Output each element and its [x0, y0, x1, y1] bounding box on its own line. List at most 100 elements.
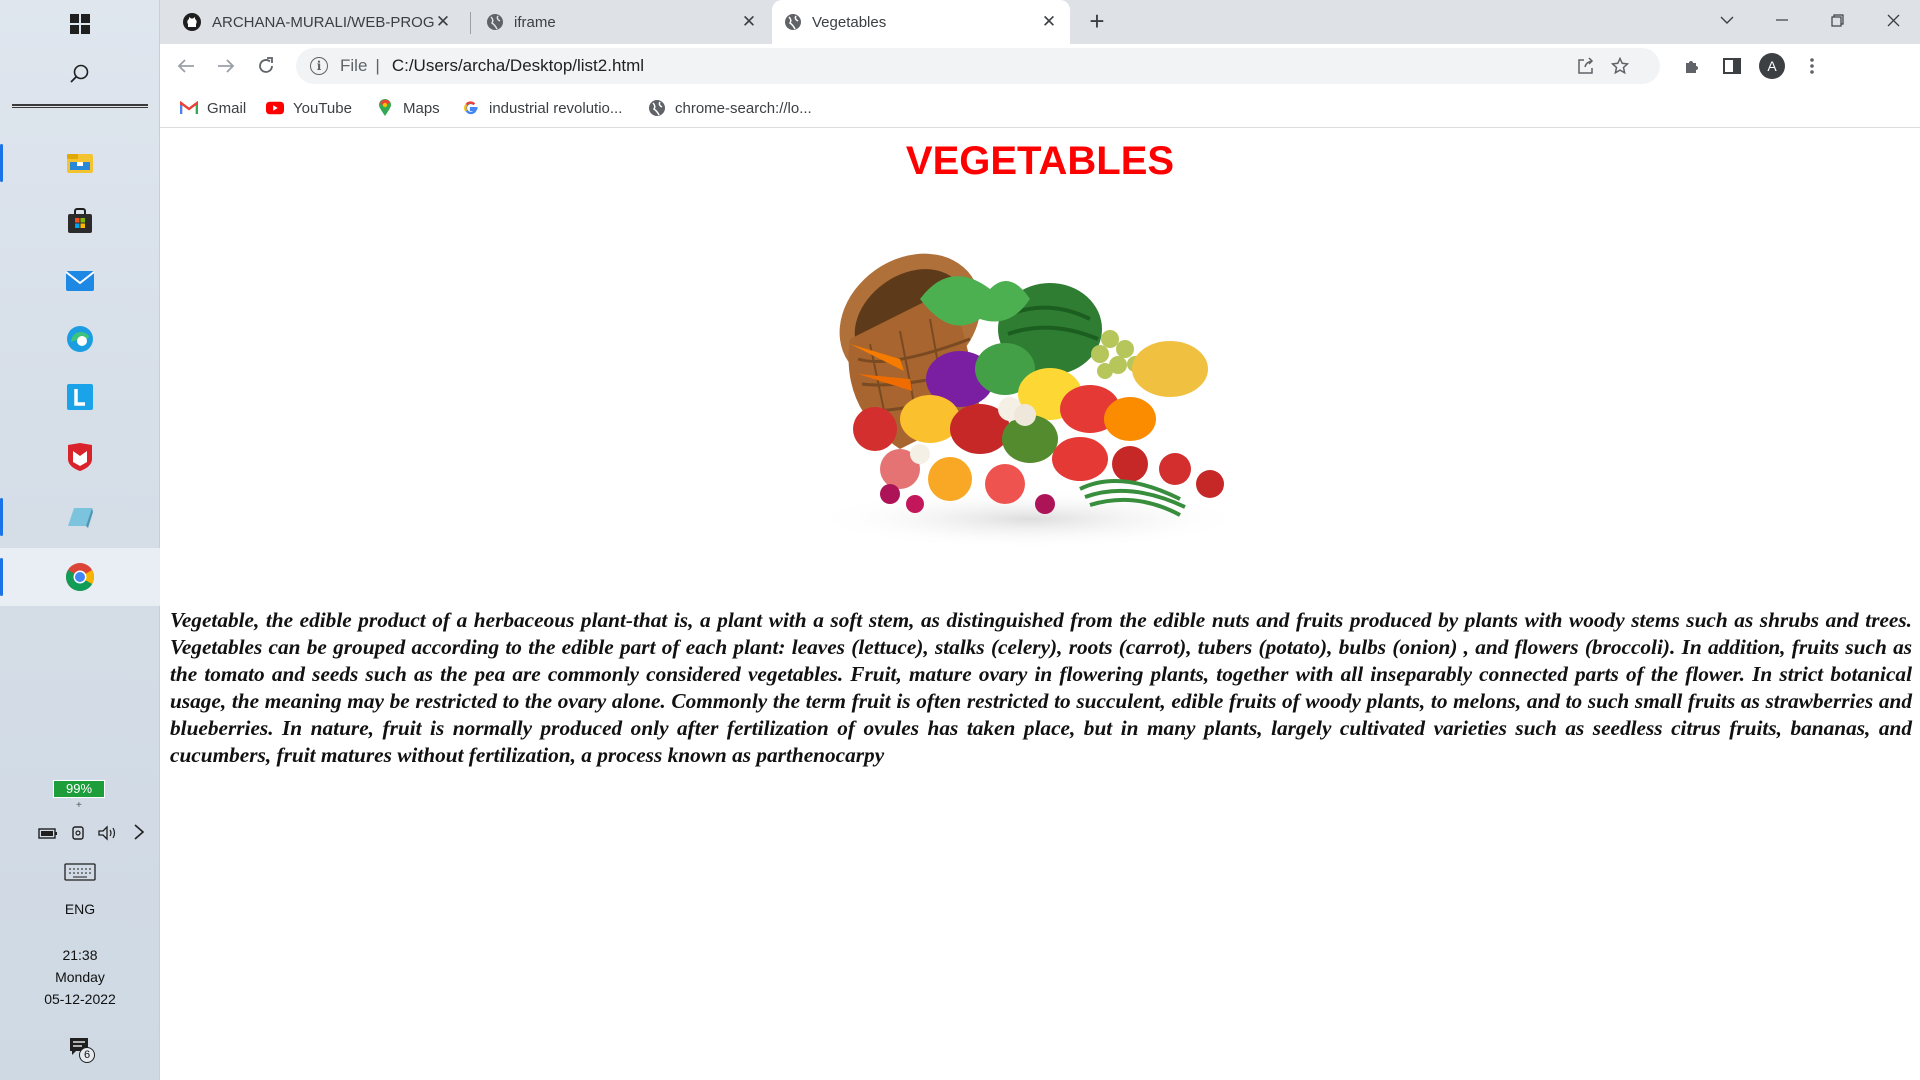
taskbar-file-explorer[interactable] [0, 134, 160, 192]
windows-taskbar: 99% + ENG 21:38 Monday 05-12-2022 6 [0, 0, 160, 1080]
input-language[interactable]: ENG [0, 898, 160, 920]
back-arrow-icon [177, 59, 194, 73]
close-tab-icon[interactable]: ✕ [740, 13, 758, 31]
tab-search-button[interactable] [1700, 0, 1754, 40]
share-button[interactable] [1570, 48, 1602, 84]
vegetable-basket-image [810, 253, 1250, 549]
battery-icon[interactable] [38, 826, 58, 840]
globe-icon [487, 14, 503, 30]
tab-separator [470, 12, 471, 34]
maps-icon [376, 99, 394, 117]
taskbar-paint-3d[interactable] [0, 488, 160, 546]
url-divider: | [375, 56, 380, 75]
bookmarks-bar: Gmail YouTube Maps industrial revolutio.… [160, 88, 1920, 128]
microsoft-store-icon [68, 208, 92, 233]
google-icon [462, 99, 480, 117]
forward-arrow-icon [218, 59, 235, 73]
close-tab-icon[interactable]: ✕ [434, 13, 452, 31]
taskbar-chrome[interactable] [0, 548, 160, 606]
chrome-menu-button[interactable] [1796, 50, 1828, 82]
bookmark-maps[interactable]: Maps [376, 96, 440, 120]
profile-button[interactable]: A [1756, 50, 1788, 82]
clock-day[interactable]: Monday [0, 966, 160, 988]
bookmark-label: YouTube [293, 99, 352, 117]
side-panel-button[interactable] [1716, 50, 1748, 82]
bookmark-label: chrome-search://lo... [675, 99, 812, 117]
taskbar-edge[interactable] [0, 310, 160, 368]
close-window-button[interactable] [1866, 0, 1920, 40]
browser-toolbar: i File | C:/Users/archa/Desktop/list2.ht… [160, 44, 1920, 88]
touch-keyboard-icon[interactable] [64, 862, 96, 882]
volume-icon[interactable] [96, 824, 120, 842]
bookmark-label: Maps [403, 99, 440, 117]
l-app-icon [67, 384, 93, 410]
notification-center-button[interactable]: 6 [68, 1036, 98, 1066]
minimize-icon [1776, 19, 1788, 21]
running-indicator [0, 144, 3, 182]
windows-start-button[interactable] [0, 0, 160, 48]
kebab-menu-icon [1810, 58, 1814, 74]
globe-icon [648, 99, 666, 117]
chrome-icon [66, 563, 94, 591]
reload-icon [259, 57, 273, 73]
puzzle-icon [1686, 61, 1698, 73]
vegetable-description: Vegetable, the edible product of a herba… [170, 608, 1912, 767]
forward-button[interactable] [210, 50, 242, 82]
battery-plug-icon: + [76, 800, 82, 811]
github-icon [183, 13, 201, 31]
url-text[interactable]: C:/Users/archa/Desktop/list2.html [392, 56, 644, 76]
extensions-button[interactable] [1676, 50, 1708, 82]
back-button[interactable] [170, 50, 202, 82]
file-explorer-icon [67, 154, 93, 173]
tab-title: ARCHANA-MURALI/WEB-PROGR [212, 13, 434, 31]
search-icon [70, 64, 89, 83]
taskbar-divider [12, 104, 148, 108]
meet-now-icon[interactable] [70, 824, 88, 842]
page-viewport: VEGETABLES Vegetable, the edible product… [160, 129, 1920, 1080]
paint-3d-icon [68, 508, 93, 528]
bookmark-youtube[interactable]: YouTube [266, 96, 352, 120]
tab-iframe[interactable]: iframe ✕ [474, 0, 770, 44]
tab-title: Vegetables [812, 13, 887, 31]
bookmark-star-button[interactable] [1604, 48, 1636, 84]
new-tab-button[interactable]: + [1082, 8, 1112, 36]
taskbar-mcafee[interactable] [0, 428, 160, 486]
bookmark-industrial-revolution[interactable]: industrial revolutio... [462, 96, 622, 120]
star-icon [1611, 57, 1629, 75]
tab-title: iframe [514, 13, 556, 31]
bookmark-label: industrial revolutio... [489, 99, 623, 117]
taskbar-search-button[interactable] [0, 48, 160, 100]
url-scheme-label: File [340, 56, 368, 75]
page-title: VEGETABLES [905, 139, 1175, 183]
address-bar[interactable]: i File | C:/Users/archa/Desktop/list2.ht… [296, 48, 1660, 84]
windows-start-icon [70, 14, 90, 34]
chrome-window: ARCHANA-MURALI/WEB-PROGR ✕ iframe ✕ Vege… [160, 0, 1920, 1080]
battery-indicator[interactable]: 99% [53, 780, 105, 798]
tab-vegetables[interactable]: Vegetables ✕ [772, 0, 1070, 44]
restore-icon [1830, 13, 1844, 27]
globe-icon [785, 14, 801, 30]
tab-strip: ARCHANA-MURALI/WEB-PROGR ✕ iframe ✕ Vege… [160, 0, 1920, 44]
mcafee-icon [68, 443, 92, 471]
bookmark-label: Gmail [207, 99, 247, 117]
tab-github[interactable]: ARCHANA-MURALI/WEB-PROGR ✕ [170, 0, 464, 44]
profile-avatar: A [1759, 53, 1785, 79]
taskbar-l-app[interactable] [0, 368, 160, 426]
side-panel-icon [1723, 58, 1741, 74]
chevron-right-icon[interactable] [132, 822, 146, 842]
running-indicator [0, 558, 3, 596]
clock-date[interactable]: 05-12-2022 [0, 988, 160, 1010]
bookmark-chrome-search[interactable]: chrome-search://lo... [648, 96, 812, 120]
minimize-button[interactable] [1755, 0, 1809, 40]
reload-button[interactable] [250, 50, 282, 82]
taskbar-mail[interactable] [0, 252, 160, 310]
bookmark-gmail[interactable]: Gmail [180, 96, 246, 120]
close-icon [1887, 14, 1899, 26]
restore-button[interactable] [1810, 0, 1864, 40]
chevron-down-icon [1720, 16, 1734, 24]
close-tab-icon[interactable]: ✕ [1040, 13, 1058, 31]
taskbar-store[interactable] [0, 192, 160, 250]
clock-time[interactable]: 21:38 [0, 944, 160, 966]
gmail-icon [180, 99, 198, 117]
site-info-icon[interactable]: i [310, 57, 328, 75]
